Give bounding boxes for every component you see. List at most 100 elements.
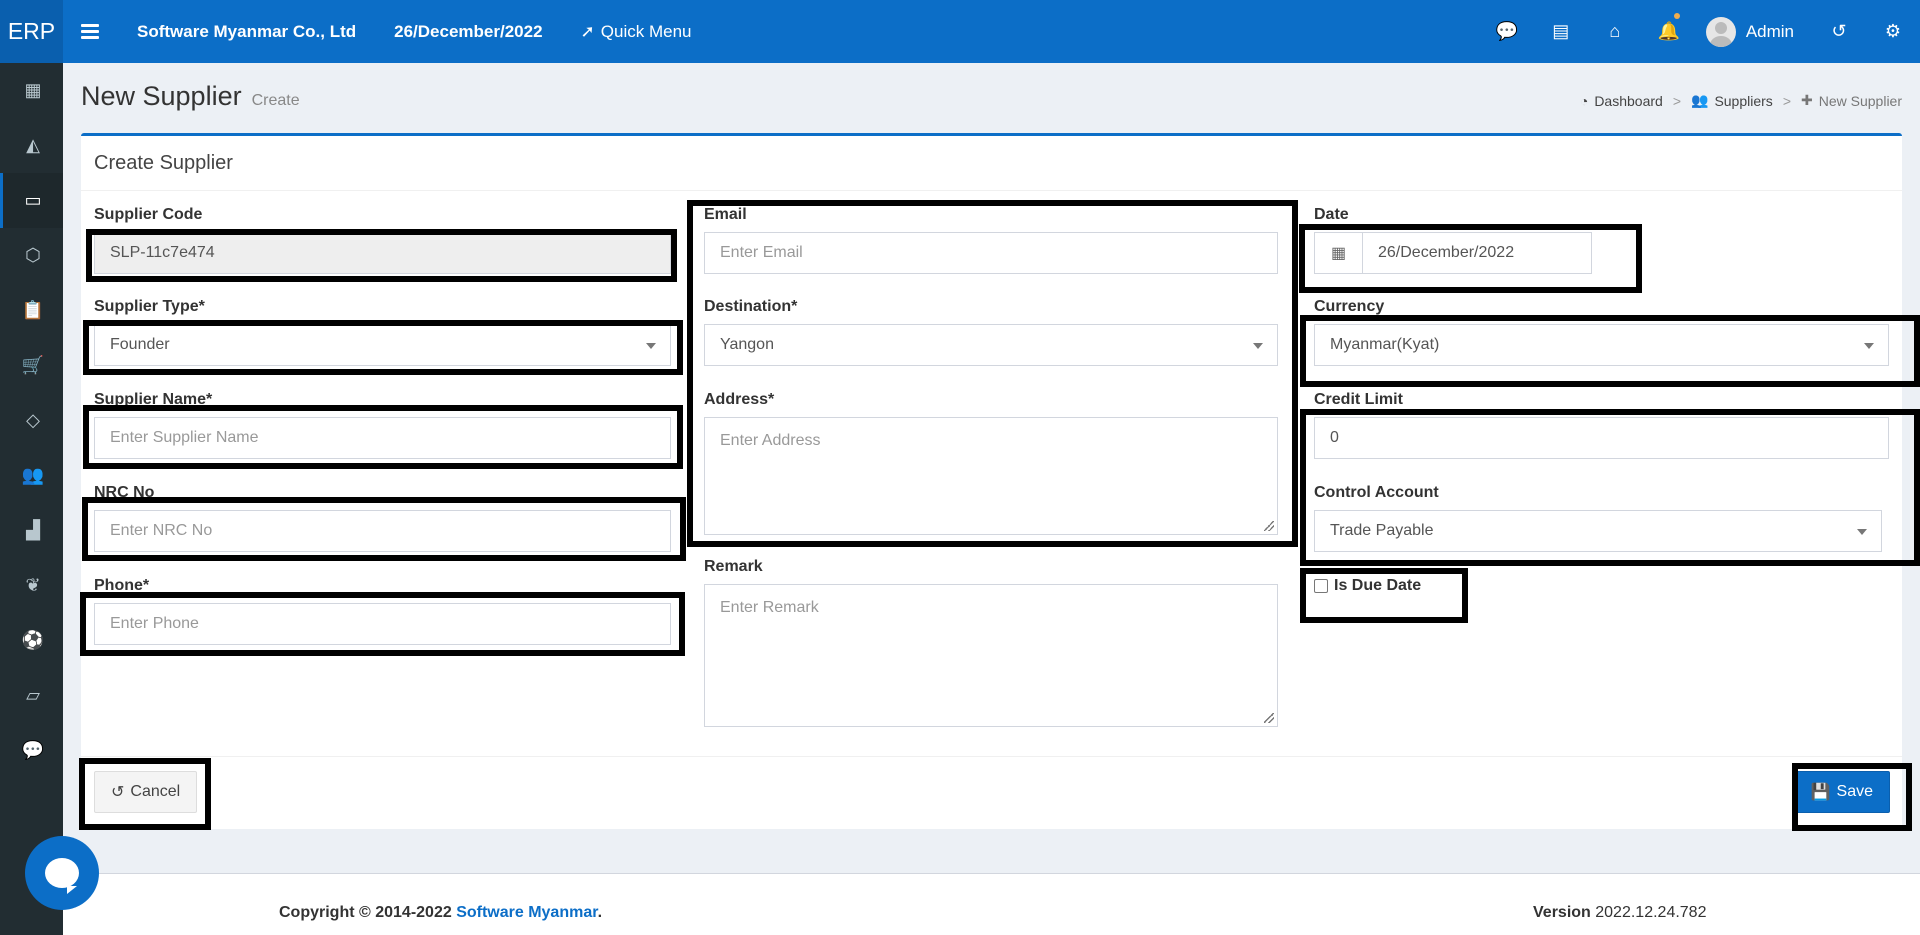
sidebar: ▦ ◭ ▭ ⬡ 📋 🛒 ◇ 👥 ▟ ❦ ⚽ ▱ 💬 — [0, 63, 63, 935]
bell-icon[interactable]: 🔔 — [1642, 13, 1696, 42]
resize-handle[interactable] — [1264, 521, 1274, 531]
sidebar-item-comment[interactable]: 💬 — [0, 723, 63, 778]
copyright-period: . — [597, 904, 603, 921]
page-title: New Supplier — [81, 81, 242, 111]
brand-logo[interactable]: ERP — [0, 0, 63, 63]
page-subtitle: Create — [251, 92, 300, 109]
plus-icon: ✚ — [1801, 92, 1813, 108]
destination-select[interactable]: Yangon — [704, 324, 1278, 366]
calendar-icon[interactable]: ▦ — [1314, 232, 1362, 274]
building-icon[interactable]: ▤ — [1534, 21, 1588, 42]
users-icon: 👥 — [21, 465, 45, 485]
box-title: Create Supplier — [81, 136, 1902, 191]
rocket-icon: ➚ — [580, 21, 595, 41]
box-footer: ↺ Cancel 💾 Save — [81, 756, 1902, 832]
hamburger-menu-icon[interactable] — [81, 21, 99, 42]
breadcrumb-new-supplier: New Supplier — [1818, 92, 1902, 109]
create-supplier-box: Create Supplier Supplier Code SLP-11c7e4… — [81, 133, 1902, 829]
address-placeholder: Enter Address — [720, 432, 821, 449]
remark-label: Remark — [704, 558, 763, 575]
destination-value: Yangon — [720, 336, 774, 353]
control-account-field: Control Account Trade Payable — [1314, 484, 1882, 552]
breadcrumb-dashboard[interactable]: Dashboard — [1594, 93, 1663, 109]
supplier-type-select[interactable]: Founder — [94, 324, 671, 366]
avatar — [1705, 16, 1736, 47]
nrc-no-input[interactable]: Enter NRC No — [94, 510, 671, 552]
email-placeholder: Enter Email — [720, 244, 803, 261]
company-name: Software Myanmar Co., Ltd — [137, 21, 357, 41]
version: Version 2022.12.24.782 — [1533, 904, 1706, 922]
page-footer: Copyright © 2014-2022 Software Myanmar. … — [63, 873, 1920, 935]
gear-icon[interactable]: ⚙ — [1866, 21, 1920, 42]
credit-limit-input[interactable]: 0 — [1314, 417, 1889, 459]
nrc-no-label: NRC No — [94, 484, 155, 501]
comment-icon: 💬 — [21, 740, 45, 760]
current-date: 26/December/2022 — [394, 21, 543, 41]
sidebar-item-clipboard[interactable]: 📋 — [0, 283, 63, 338]
copyright: Copyright © 2014-2022 Software Myanmar. — [279, 904, 602, 922]
notification-dot — [1673, 13, 1680, 19]
supplier-code-label: Supplier Code — [94, 206, 203, 223]
cancel-button[interactable]: ↺ Cancel — [94, 771, 198, 813]
email-field: Email Enter Email — [704, 206, 1278, 274]
calculator-icon: ▦ — [24, 80, 42, 100]
credit-card-icon: ▭ — [24, 190, 42, 210]
sidebar-item-credit-card[interactable]: ▭ — [0, 173, 63, 228]
address-label: Address* — [704, 391, 775, 408]
sidebar-item-chart[interactable]: ◭ — [0, 118, 63, 173]
supplier-code-field: Supplier Code SLP-11c7e474 — [94, 206, 671, 274]
phone-field: Phone* Enter Phone — [94, 577, 671, 645]
chat-icon[interactable]: 💬 — [1480, 21, 1534, 42]
users-icon: 👥 — [1691, 92, 1709, 108]
user-menu[interactable]: Admin — [1696, 16, 1812, 47]
sidebar-item-cart[interactable]: 🛒 — [0, 338, 63, 393]
breadcrumb-suppliers[interactable]: Suppliers — [1714, 93, 1772, 109]
credit-limit-label: Credit Limit — [1314, 391, 1403, 408]
sidebar-item-calculator[interactable]: ▦ — [0, 63, 63, 118]
version-value: 2022.12.24.782 — [1590, 904, 1707, 921]
top-navbar: ERP Software Myanmar Co., Ltd 26/Decembe… — [0, 0, 1920, 63]
breadcrumb: ◔ Dashboard > 👥 Suppliers > ✚ New Suppli… — [1580, 92, 1902, 109]
quick-menu-button[interactable]: ➚ Quick Menu — [581, 22, 692, 42]
company-link[interactable]: Software Myanmar — [456, 904, 597, 921]
sidebar-item-book[interactable]: ▱ — [0, 668, 63, 723]
destination-label: Destination* — [704, 298, 798, 315]
is-due-date-checkbox[interactable] — [1314, 579, 1328, 593]
sidebar-item-leaf[interactable]: ❦ — [0, 558, 63, 613]
caret-down-icon — [1253, 343, 1263, 349]
home-icon[interactable]: ⌂ — [1588, 21, 1642, 42]
page-header: New Supplier Create — [81, 81, 300, 112]
sidebar-item-soccer[interactable]: ⚽ — [0, 613, 63, 668]
cancel-label: Cancel — [130, 783, 181, 800]
dashboard-icon: ◔ — [1579, 92, 1589, 109]
remark-placeholder: Enter Remark — [720, 599, 819, 616]
chart-area-icon: ◭ — [26, 135, 40, 155]
supplier-name-placeholder: Enter Supplier Name — [110, 429, 259, 446]
email-input[interactable]: Enter Email — [704, 232, 1278, 274]
cube-icon: ⬡ — [25, 245, 41, 265]
currency-field: Currency Myanmar(Kyat) — [1314, 298, 1889, 366]
control-account-select[interactable]: Trade Payable — [1314, 510, 1882, 552]
sidebar-item-cube[interactable]: ⬡ — [0, 228, 63, 283]
caret-down-icon — [1857, 529, 1867, 535]
supplier-name-input[interactable]: Enter Supplier Name — [94, 417, 671, 459]
sidebar-item-industry[interactable]: ▟ — [0, 503, 63, 558]
date-input[interactable]: 26/December/2022 — [1362, 232, 1592, 274]
chat-widget-button[interactable] — [25, 836, 99, 910]
remark-textarea[interactable]: Enter Remark — [704, 584, 1278, 727]
save-button[interactable]: 💾 Save — [1793, 771, 1890, 813]
resize-handle[interactable] — [1264, 713, 1274, 723]
control-account-value: Trade Payable — [1330, 522, 1434, 539]
user-name: Admin — [1745, 21, 1794, 41]
sidebar-item-users[interactable]: 👥 — [0, 448, 63, 503]
undo-icon: ↺ — [111, 784, 125, 801]
address-textarea[interactable]: Enter Address — [704, 417, 1278, 535]
sidebar-item-diamond[interactable]: ◇ — [0, 393, 63, 448]
supplier-type-label: Supplier Type* — [94, 298, 205, 315]
date-label: Date — [1314, 206, 1349, 223]
currency-select[interactable]: Myanmar(Kyat) — [1314, 324, 1889, 366]
history-icon[interactable]: ↺ — [1812, 21, 1866, 42]
supplier-name-label: Supplier Name* — [94, 391, 213, 408]
phone-input[interactable]: Enter Phone — [94, 603, 671, 645]
industry-icon: ▟ — [26, 520, 40, 540]
